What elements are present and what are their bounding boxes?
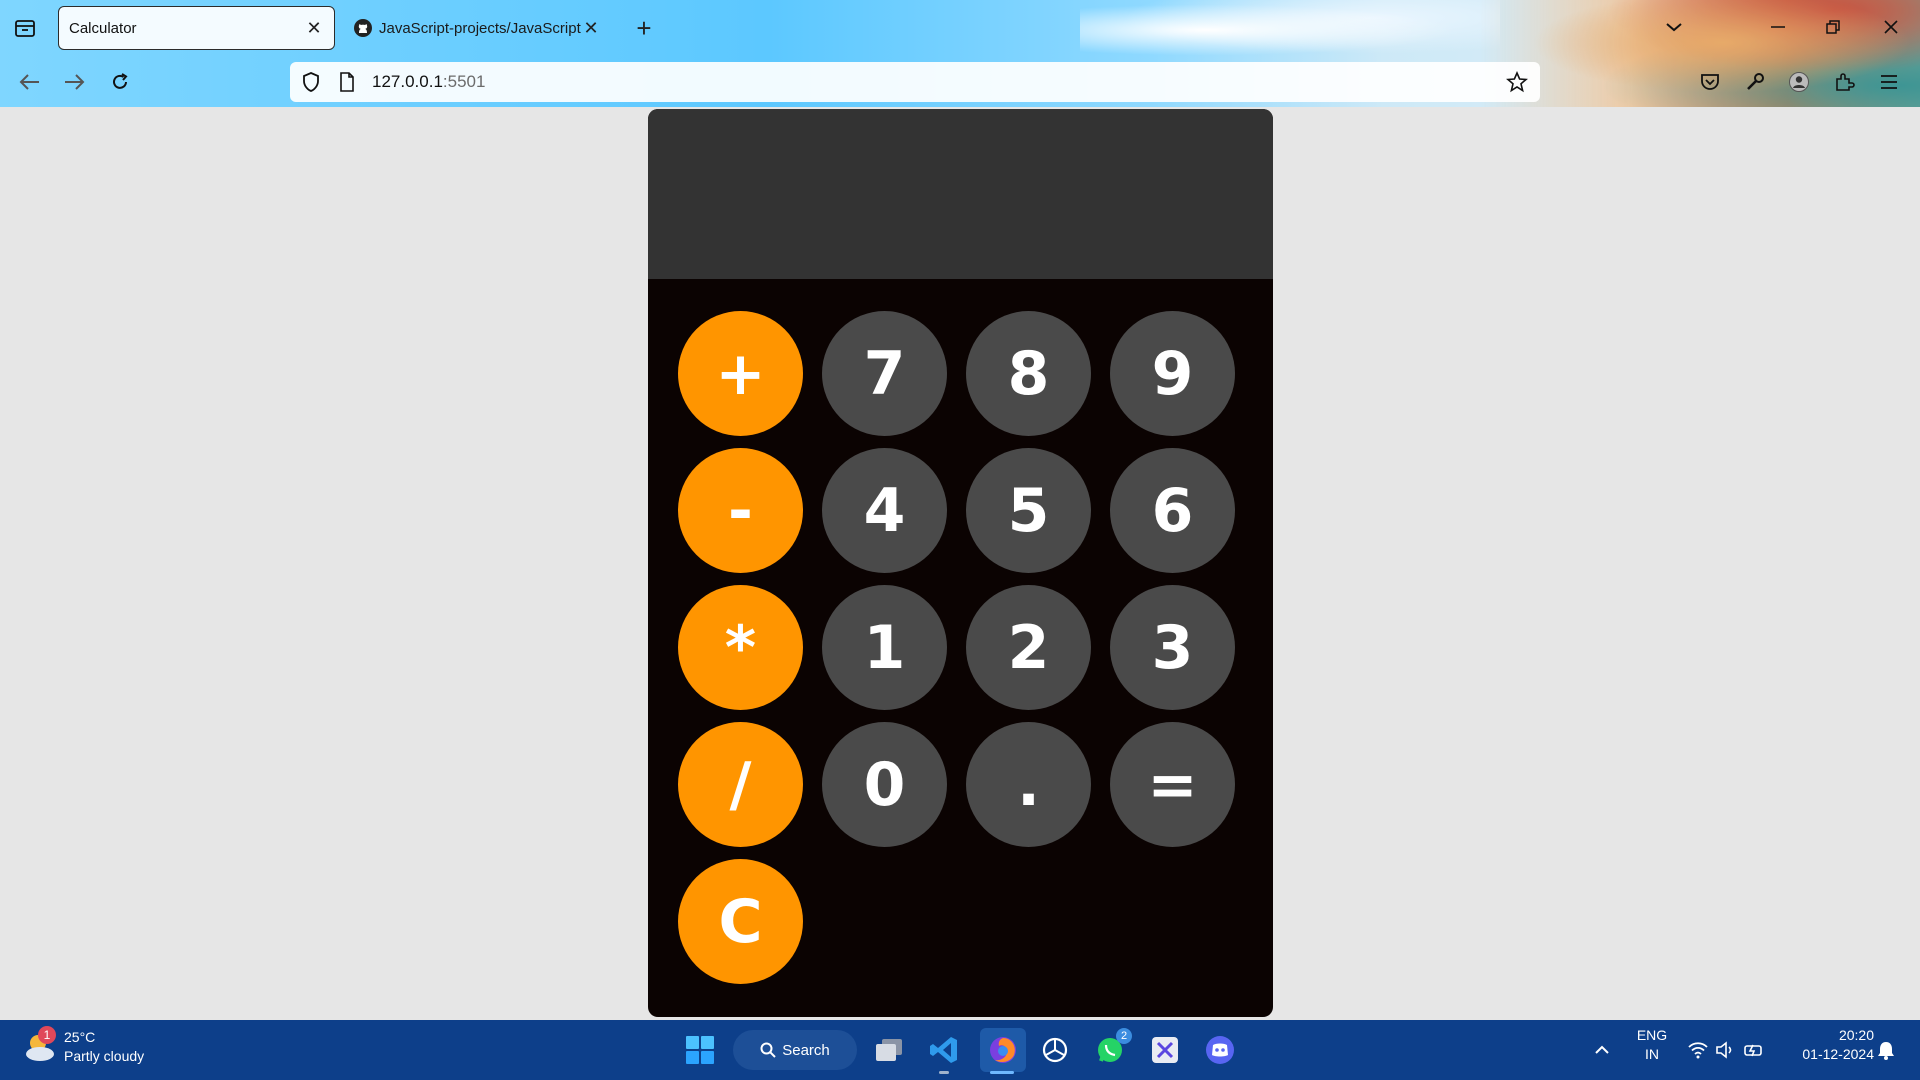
tab-list-icon (15, 20, 35, 37)
weather-desc: Partly cloudy (64, 1048, 145, 1064)
key-button-3[interactable]: 3 (1110, 585, 1235, 710)
operator-button--[interactable]: - (678, 448, 803, 573)
tab-title: Calculator (69, 19, 137, 37)
key-button-9[interactable]: 9 (1110, 311, 1235, 436)
extensions-icon[interactable] (1828, 66, 1860, 98)
shield-icon[interactable] (296, 67, 326, 97)
tab-calculator[interactable]: Calculator ✕ (58, 6, 335, 50)
taskbar: 1 25°C Partly cloudy Search 2 ENG IN 20:… (0, 1020, 1920, 1080)
browser-chrome: Calculator ✕ JavaScript-projects/JavaScr… (0, 0, 1920, 107)
chatgpt-icon[interactable] (1035, 1030, 1075, 1070)
operator-button-C[interactable]: C (678, 859, 803, 984)
url-text: 127.0.0.1:5501 (372, 72, 485, 92)
volume-icon (1716, 1041, 1732, 1059)
restore-icon[interactable] (1818, 12, 1848, 42)
pocket-icon[interactable] (1694, 66, 1726, 98)
url-port: :5501 (442, 72, 486, 91)
clock-time: 20:20 (1838, 1027, 1874, 1043)
url-host: 127.0.0.1 (372, 72, 443, 91)
address-bar[interactable]: 127.0.0.1:5501 (290, 62, 1540, 102)
close-tab-icon[interactable]: ✕ (581, 18, 601, 39)
bookmark-star-icon[interactable] (1502, 67, 1532, 97)
close-tab-icon[interactable]: ✕ (304, 18, 324, 39)
back-button[interactable] (14, 66, 46, 98)
battery-charging-icon (1744, 1044, 1762, 1057)
vscode-icon[interactable] (924, 1030, 964, 1070)
weather-temp: 25°C (64, 1029, 96, 1045)
key-button-8[interactable]: 8 (966, 311, 1091, 436)
snipping-tool-icon[interactable] (1145, 1030, 1185, 1070)
language-indicator[interactable]: ENG IN (1630, 1026, 1674, 1064)
account-icon[interactable] (1783, 66, 1815, 98)
minimize-icon[interactable] (1763, 12, 1793, 42)
vscode-running-indicator (939, 1071, 949, 1074)
wrench-icon[interactable] (1739, 66, 1771, 98)
page-icon[interactable] (332, 67, 362, 97)
chevron-down-icon[interactable] (1659, 12, 1689, 42)
key-button-1[interactable]: 1 (822, 585, 947, 710)
partly-cloudy-icon: 1 (22, 1026, 58, 1065)
taskbar-search-button[interactable]: Search (733, 1030, 857, 1070)
whatsapp-icon[interactable]: 2 (1090, 1028, 1132, 1070)
system-status-tray[interactable] (1676, 1030, 1776, 1070)
reload-icon (113, 73, 128, 89)
key-button-=[interactable]: = (1110, 722, 1235, 847)
forward-button[interactable] (58, 66, 90, 98)
operator-button-+[interactable]: + (678, 311, 803, 436)
clock[interactable]: 20:20 01-12-2024 (1780, 1026, 1874, 1064)
chevron-up-icon[interactable] (1582, 1030, 1622, 1070)
task-view-icon[interactable] (869, 1030, 909, 1070)
firefox-active-indicator (990, 1071, 1014, 1074)
language-region: IN (1645, 1046, 1659, 1062)
reload-button[interactable] (104, 66, 136, 98)
key-button-5[interactable]: 5 (966, 448, 1091, 573)
key-button-4[interactable]: 4 (822, 448, 947, 573)
operator-button-/[interactable]: / (678, 722, 803, 847)
keypad: +7 8 9 -4 5 6 * 1 2 3 /0. = C (678, 311, 1235, 984)
discord-icon[interactable] (1200, 1030, 1240, 1070)
key-button-6[interactable]: 6 (1110, 448, 1235, 573)
firefox-icon[interactable] (980, 1028, 1026, 1072)
theme-clouds (1080, 0, 1500, 60)
tab-github[interactable]: JavaScript-projects/JavaScript-P ✕ (347, 6, 607, 50)
tab-title: JavaScript-projects/JavaScript-P (379, 19, 581, 37)
arrow-right-icon (65, 74, 85, 90)
clock-date: 01-12-2024 (1802, 1046, 1874, 1062)
key-button-2[interactable]: 2 (966, 585, 1091, 710)
calculator: +7 8 9 -4 5 6 * 1 2 3 /0. = C (648, 109, 1273, 1017)
arrow-left-icon (19, 74, 39, 90)
weather-badge: 1 (38, 1026, 56, 1044)
key-button-.[interactable]: . (966, 722, 1091, 847)
weather-widget[interactable]: 1 25°C Partly cloudy (22, 1026, 144, 1066)
whatsapp-badge: 2 (1116, 1028, 1132, 1044)
notification-bell-icon[interactable] (1870, 1030, 1902, 1070)
menu-icon[interactable] (1873, 66, 1905, 98)
new-tab-button[interactable]: + (630, 14, 658, 42)
close-window-icon[interactable] (1876, 12, 1906, 42)
language-code: ENG (1636, 1027, 1668, 1043)
tab-list-button[interactable] (10, 14, 40, 42)
windows-start-icon[interactable] (680, 1030, 720, 1070)
search-label: Search (782, 1041, 830, 1059)
calculator-display (648, 109, 1273, 279)
github-icon (354, 19, 372, 37)
search-icon (760, 1042, 776, 1058)
wifi-icon (1688, 1042, 1708, 1059)
key-button-7[interactable]: 7 (822, 311, 947, 436)
operator-button-*[interactable]: * (678, 585, 803, 710)
weather-text: 25°C Partly cloudy (64, 1028, 144, 1066)
key-button-0[interactable]: 0 (822, 722, 947, 847)
